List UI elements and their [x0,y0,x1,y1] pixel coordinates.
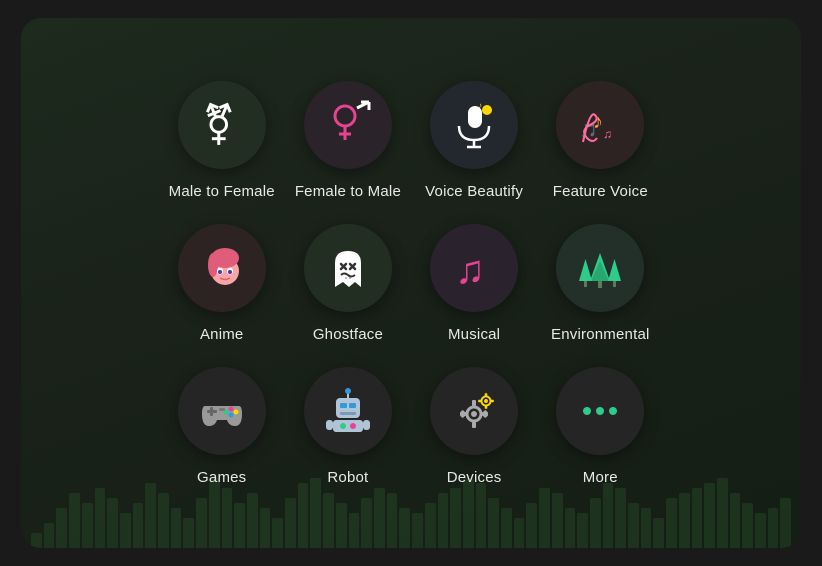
male-to-female-label: Male to Female [169,183,275,200]
female-to-male-label: Female to Male [295,183,401,200]
voice-option-anime[interactable]: Anime [169,224,275,343]
voice-options-grid: ⚧ Male to Female Female to Male ★ ♪ Voic… [169,81,654,486]
robot-label: Robot [327,469,368,486]
voice-option-environmental[interactable]: Environmental [547,224,653,343]
voice-option-games[interactable]: Games [169,367,275,486]
voice-option-ghostface[interactable]: Ghostface [295,224,401,343]
svg-text:⚧: ⚧ [202,102,236,147]
svg-text:♫: ♫ [455,248,485,292]
more-label: More [583,469,618,486]
anime-label: Anime [200,326,244,343]
environmental-icon-circle [556,224,644,312]
environmental-label: Environmental [551,326,649,343]
devices-icon-circle [430,367,518,455]
ghostface-icon-circle [304,224,392,312]
male-to-female-icon-circle: ⚧ [178,81,266,169]
voice-option-devices[interactable]: Devices [421,367,527,486]
more-icon-circle [556,367,644,455]
voice-option-feature-voice[interactable]: 🎵 ♪ ♫ Feature Voice [547,81,653,200]
svg-text:♪: ♪ [478,101,482,110]
voice-option-musical[interactable]: ♫ Musical [421,224,527,343]
voice-option-male-to-female[interactable]: ⚧ Male to Female [169,81,275,200]
voice-beautify-icon-circle: ★ ♪ [430,81,518,169]
games-icon-circle [178,367,266,455]
voice-option-voice-beautify[interactable]: ★ ♪ Voice Beautify [421,81,527,200]
main-card: ⚧ Male to Female Female to Male ★ ♪ Voic… [21,18,801,548]
voice-beautify-label: Voice Beautify [425,183,523,200]
robot-icon-circle [304,367,392,455]
female-to-male-icon-circle [304,81,392,169]
ghostface-label: Ghostface [313,326,383,343]
voice-option-more[interactable]: More [547,367,653,486]
musical-label: Musical [448,326,500,343]
devices-label: Devices [447,469,502,486]
svg-text:♫: ♫ [603,127,612,141]
games-label: Games [197,469,246,486]
feature-voice-label: Feature Voice [553,183,648,200]
voice-option-robot[interactable]: Robot [295,367,401,486]
anime-icon-circle [178,224,266,312]
feature-voice-icon-circle: 🎵 ♪ ♫ [556,81,644,169]
voice-option-female-to-male[interactable]: Female to Male [295,81,401,200]
musical-icon-circle: ♫ [430,224,518,312]
svg-text:★: ★ [483,106,491,116]
